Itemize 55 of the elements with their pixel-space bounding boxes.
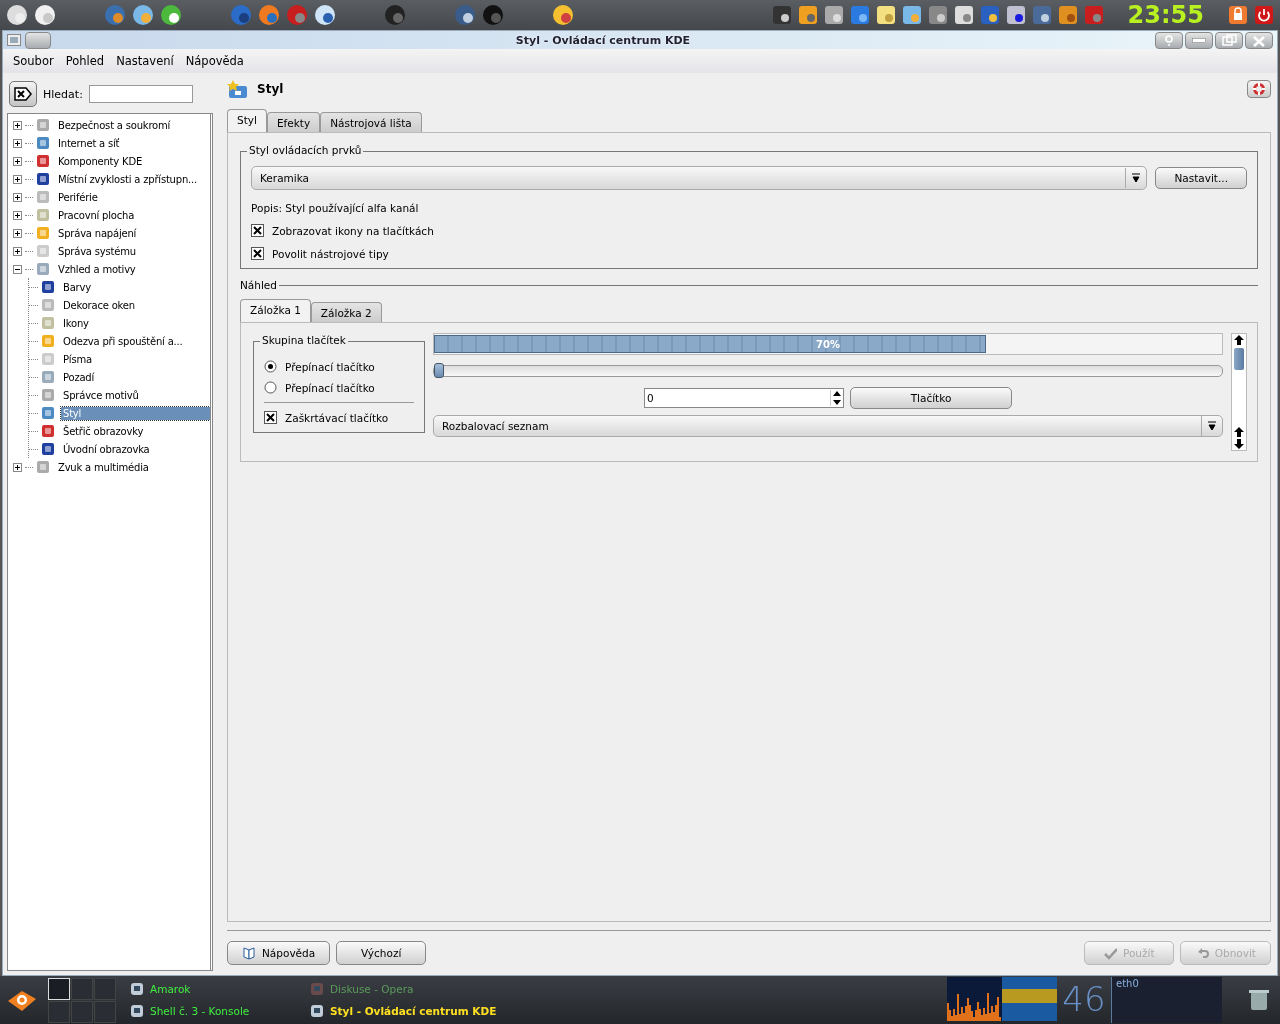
clock: 23:55 — [1127, 1, 1204, 29]
tree-item[interactable]: Správce motivů — [61, 388, 141, 402]
tree-item[interactable]: Zvuk a multimédia — [56, 460, 151, 474]
tree-item[interactable]: Pozadí — [61, 370, 97, 384]
module-title: Styl — [257, 82, 284, 96]
tree-item[interactable]: Internet a síť — [56, 136, 122, 150]
tree-item[interactable]: Správa napájení — [56, 226, 139, 240]
tree-item[interactable]: Ikony — [61, 316, 91, 330]
tab[interactable]: Záložka 2 — [310, 302, 382, 322]
tab[interactable]: Styl — [227, 109, 267, 132]
tree-item[interactable]: Šetřič obrazovky — [61, 424, 146, 438]
option-label[interactable]: Povolit nástrojové tipy — [272, 247, 389, 260]
tree-item[interactable]: Správa systému — [56, 244, 138, 258]
menu-item[interactable]: Pohled — [59, 52, 111, 70]
help-button[interactable]: Nápověda — [227, 941, 331, 965]
task-button[interactable]: Amarok — [126, 978, 306, 1000]
window-title: Styl - Ovládací centrum KDE — [514, 33, 692, 47]
configure-button[interactable]: Nastavit... — [1155, 167, 1247, 189]
tree-item[interactable]: Vzhled a motivy — [56, 262, 138, 276]
tree-item[interactable]: Písma — [61, 352, 94, 366]
tree-item[interactable]: Pracovní plocha — [56, 208, 137, 222]
cpu-reading: 46 — [1061, 978, 1107, 1021]
tree-item[interactable]: Bezpečnost a soukromí — [56, 118, 173, 132]
style-dropdown[interactable]: Keramika — [251, 166, 1148, 190]
option-label[interactable]: Zaškrtávací tlačítko — [285, 411, 389, 424]
menu-item[interactable]: Nastavení — [110, 52, 180, 70]
group-title: Skupina tlačítek — [260, 334, 348, 346]
tree-item[interactable]: Odezva při spouštění a... — [61, 334, 185, 348]
menu-item[interactable]: Nápověda — [179, 52, 250, 70]
network-label: eth0 — [1115, 978, 1139, 989]
tab[interactable]: Efekty — [266, 112, 321, 132]
option-label[interactable]: Přepínací tlačítko — [285, 360, 375, 373]
tree-item[interactable]: Periférie — [56, 190, 100, 204]
dropdown[interactable]: Rozbalovací seznam — [433, 415, 1223, 437]
task-button[interactable]: Styl - Ovládací centrum KDE — [306, 1000, 566, 1022]
task-button[interactable]: Shell č. 3 - Konsole — [126, 1000, 306, 1022]
spin-box[interactable]: 0 — [644, 388, 844, 408]
group-title: Styl ovládacích prvků — [247, 144, 364, 156]
tree-item[interactable]: Komponenty KDE — [56, 154, 144, 168]
defaults-button[interactable]: Výchozí — [336, 941, 427, 965]
tree-item[interactable]: Dekorace oken — [61, 298, 137, 312]
section-title: Náhled — [240, 279, 277, 291]
task-button[interactable]: Diskuse - Opera — [306, 978, 566, 1000]
search-label: Hledat: — [43, 87, 83, 101]
tree-item[interactable]: Úvodní obrazovka — [61, 442, 152, 456]
menu-item[interactable]: Soubor — [7, 52, 60, 70]
description-text: Popis: Styl používající alfa kanál — [251, 202, 420, 214]
push-button[interactable]: Tlačítko — [850, 387, 1012, 409]
tab[interactable]: Záložka 1 — [240, 299, 311, 322]
option-label[interactable]: Přepínací tlačítko — [285, 381, 375, 394]
tree-item[interactable]: Místní zvyklosti a zpřístupn... — [56, 172, 199, 186]
tab[interactable]: Nástrojová lišta — [320, 112, 422, 132]
option-label[interactable]: Zobrazovat ikony na tlačítkách — [272, 224, 434, 237]
tree-item[interactable]: Barvy — [61, 280, 93, 294]
progress-text: 70% — [815, 338, 841, 350]
